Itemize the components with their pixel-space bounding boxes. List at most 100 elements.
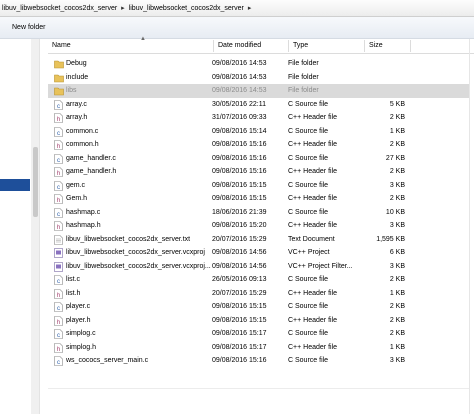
file-row[interactable]: c array.c 30/05/2016 22:11 C Source file 5 K…	[48, 98, 469, 112]
file-size: 1 KB	[389, 289, 405, 297]
file-type: File folder	[288, 60, 319, 67]
file-name: hashmap.c	[66, 208, 101, 216]
file-size: 2 KB	[389, 330, 405, 337]
file-row[interactable]: Debug 09/08/2016 14:53 File folder	[48, 57, 469, 71]
file-type: C++ Header file	[288, 168, 338, 175]
file-type: C Source file	[288, 357, 329, 364]
file-type: File folder	[288, 87, 319, 94]
file-date-modified: 20/07/2016 15:29	[212, 289, 267, 297]
file-date-modified: 09/08/2016 15:16	[212, 154, 267, 162]
c-source-icon: c	[54, 180, 63, 191]
file-name: simplog.h	[66, 343, 96, 351]
column-name[interactable]: Name	[48, 39, 213, 53]
svg-text:c: c	[57, 158, 60, 164]
svg-text:c: c	[57, 104, 60, 110]
column-divider[interactable]	[410, 40, 411, 52]
file-date-modified: 09/08/2016 14:56	[212, 262, 267, 270]
address-bar[interactable]: libuv_libwebsocket_cocos2dx_server ▸ lib…	[0, 0, 474, 17]
column-date-modified[interactable]: Date modified	[214, 39, 288, 53]
navigation-pane[interactable]	[0, 39, 40, 414]
file-name: common.c	[66, 127, 99, 135]
file-row[interactable]: h list.h 20/07/2016 15:29 C++ Header file 1 …	[48, 287, 469, 301]
file-date-modified: 09/08/2016 15:16	[212, 357, 267, 364]
file-type: C Source file	[288, 100, 329, 108]
folder-icon	[54, 86, 64, 96]
svg-text:h: h	[57, 347, 60, 353]
vcxproj-filter-icon	[54, 261, 63, 272]
svg-text:h: h	[57, 171, 60, 177]
c-source-icon: c	[54, 126, 63, 137]
file-row[interactable]: h Gem.h 09/08/2016 15:15 C++ Header file 2 K…	[48, 192, 469, 206]
nav-selected-item[interactable]	[0, 179, 30, 191]
file-row[interactable]: libs 09/08/2016 14:53 File folder	[48, 84, 469, 98]
file-row[interactable]: c gem.c 09/08/2016 15:15 C Source file 3 KB	[48, 179, 469, 193]
svg-text:c: c	[57, 360, 60, 366]
header-icon: h	[54, 167, 63, 177]
file-name: libs	[66, 87, 77, 94]
file-size: 2 KB	[389, 195, 405, 202]
nav-scrollbar-thumb[interactable]	[33, 147, 38, 217]
file-date-modified: 09/08/2016 15:15	[212, 316, 267, 324]
file-size: 1,595 KB	[376, 235, 405, 243]
file-date-modified: 09/08/2016 14:56	[212, 249, 267, 256]
file-date-modified: 20/07/2016 15:29	[212, 235, 267, 243]
file-row[interactable]: c hashmap.c 18/06/2016 21:39 C Source file 1…	[48, 206, 469, 220]
file-date-modified: 09/08/2016 15:14	[212, 127, 267, 135]
breadcrumb-item[interactable]: libuv_libwebsocket_cocos2dx_server	[129, 5, 244, 12]
file-name: array.h	[66, 114, 88, 121]
file-name: array.c	[66, 100, 87, 108]
file-name: Gem.h	[66, 195, 88, 202]
file-row[interactable]: c ws_cococs_server_main.c 09/08/2016 15:16…	[48, 354, 469, 368]
file-type: C++ Header file	[288, 289, 338, 297]
file-row[interactable]: h common.h 09/08/2016 15:16 C++ Header file…	[48, 138, 469, 152]
svg-text:h: h	[57, 293, 60, 299]
file-row[interactable]: c player.c 09/08/2016 15:15 C Source file 2 …	[48, 300, 469, 314]
file-row[interactable]: libuv_libwebsocket_cocos2dx_server.txt 20…	[48, 233, 469, 247]
file-row[interactable]: libuv_libwebsocket_cocos2dx_server.vcxpr…	[48, 246, 469, 260]
file-row[interactable]: h hashmap.h 09/08/2016 15:20 C++ Header fil…	[48, 219, 469, 233]
file-row[interactable]: h array.h 31/07/2016 09:33 C++ Header file 2…	[48, 111, 469, 125]
file-size: 3 KB	[389, 262, 405, 270]
column-type[interactable]: Type	[289, 39, 364, 53]
new-folder-button[interactable]: New folder	[12, 24, 45, 31]
file-type: C Source file	[288, 303, 329, 310]
file-size: 3 KB	[389, 181, 405, 189]
file-date-modified: 09/08/2016 14:53	[212, 60, 267, 67]
file-row[interactable]: h game_handler.h 09/08/2016 15:16 C++ Heade…	[48, 165, 469, 179]
file-row[interactable]: c simplog.c 09/08/2016 15:17 C Source file 2…	[48, 327, 469, 341]
file-row[interactable]: c common.c 09/08/2016 15:14 C Source file 1 …	[48, 125, 469, 139]
file-date-modified: 18/06/2016 21:39	[212, 208, 267, 216]
file-row[interactable]: include 09/08/2016 14:53 File folder	[48, 71, 469, 85]
file-date-modified: 09/08/2016 15:16	[212, 168, 267, 175]
file-date-modified: 09/08/2016 15:15	[212, 181, 267, 189]
file-size	[364, 71, 405, 85]
header-icon: h	[54, 342, 63, 353]
column-size[interactable]: Size	[365, 39, 410, 53]
file-row[interactable]: c game_handler.c 09/08/2016 15:16 C Source …	[48, 152, 469, 166]
file-type: C Source file	[288, 208, 329, 216]
column-header: ▲ Name Date modified Type Size	[48, 36, 474, 54]
file-name: Debug	[66, 60, 87, 67]
file-size: 2 KB	[389, 276, 405, 283]
breadcrumb: libuv_libwebsocket_cocos2dx_server ▸ lib…	[2, 4, 255, 13]
file-type: File folder	[288, 73, 319, 81]
file-date-modified: 31/07/2016 09:33	[212, 114, 267, 121]
svg-text:c: c	[57, 279, 60, 285]
file-row[interactable]: libuv_libwebsocket_cocos2dx_server.vcxpr…	[48, 260, 469, 274]
file-name: include	[66, 73, 89, 81]
file-size: 3 KB	[389, 357, 405, 364]
file-date-modified: 09/08/2016 15:17	[212, 330, 267, 337]
file-size: 27 KB	[385, 154, 405, 162]
file-row[interactable]: h simplog.h 09/08/2016 15:17 C++ Header fil…	[48, 341, 469, 355]
file-size: 10 KB	[385, 208, 405, 216]
nav-scrollbar[interactable]	[31, 39, 39, 414]
chevron-right-icon[interactable]: ▸	[248, 4, 252, 12]
file-row[interactable]: h player.h 09/08/2016 15:15 C++ Header file…	[48, 314, 469, 328]
file-type: Text Document	[288, 235, 335, 243]
file-date-modified: 09/08/2016 15:16	[212, 141, 267, 148]
file-row[interactable]: c list.c 26/05/2016 09:13 C Source file 2 KB	[48, 273, 469, 287]
chevron-right-icon[interactable]: ▸	[121, 4, 125, 12]
file-type: VC++ Project	[288, 249, 330, 256]
c-source-icon: c	[54, 329, 63, 339]
breadcrumb-item[interactable]: libuv_libwebsocket_cocos2dx_server	[2, 5, 117, 12]
